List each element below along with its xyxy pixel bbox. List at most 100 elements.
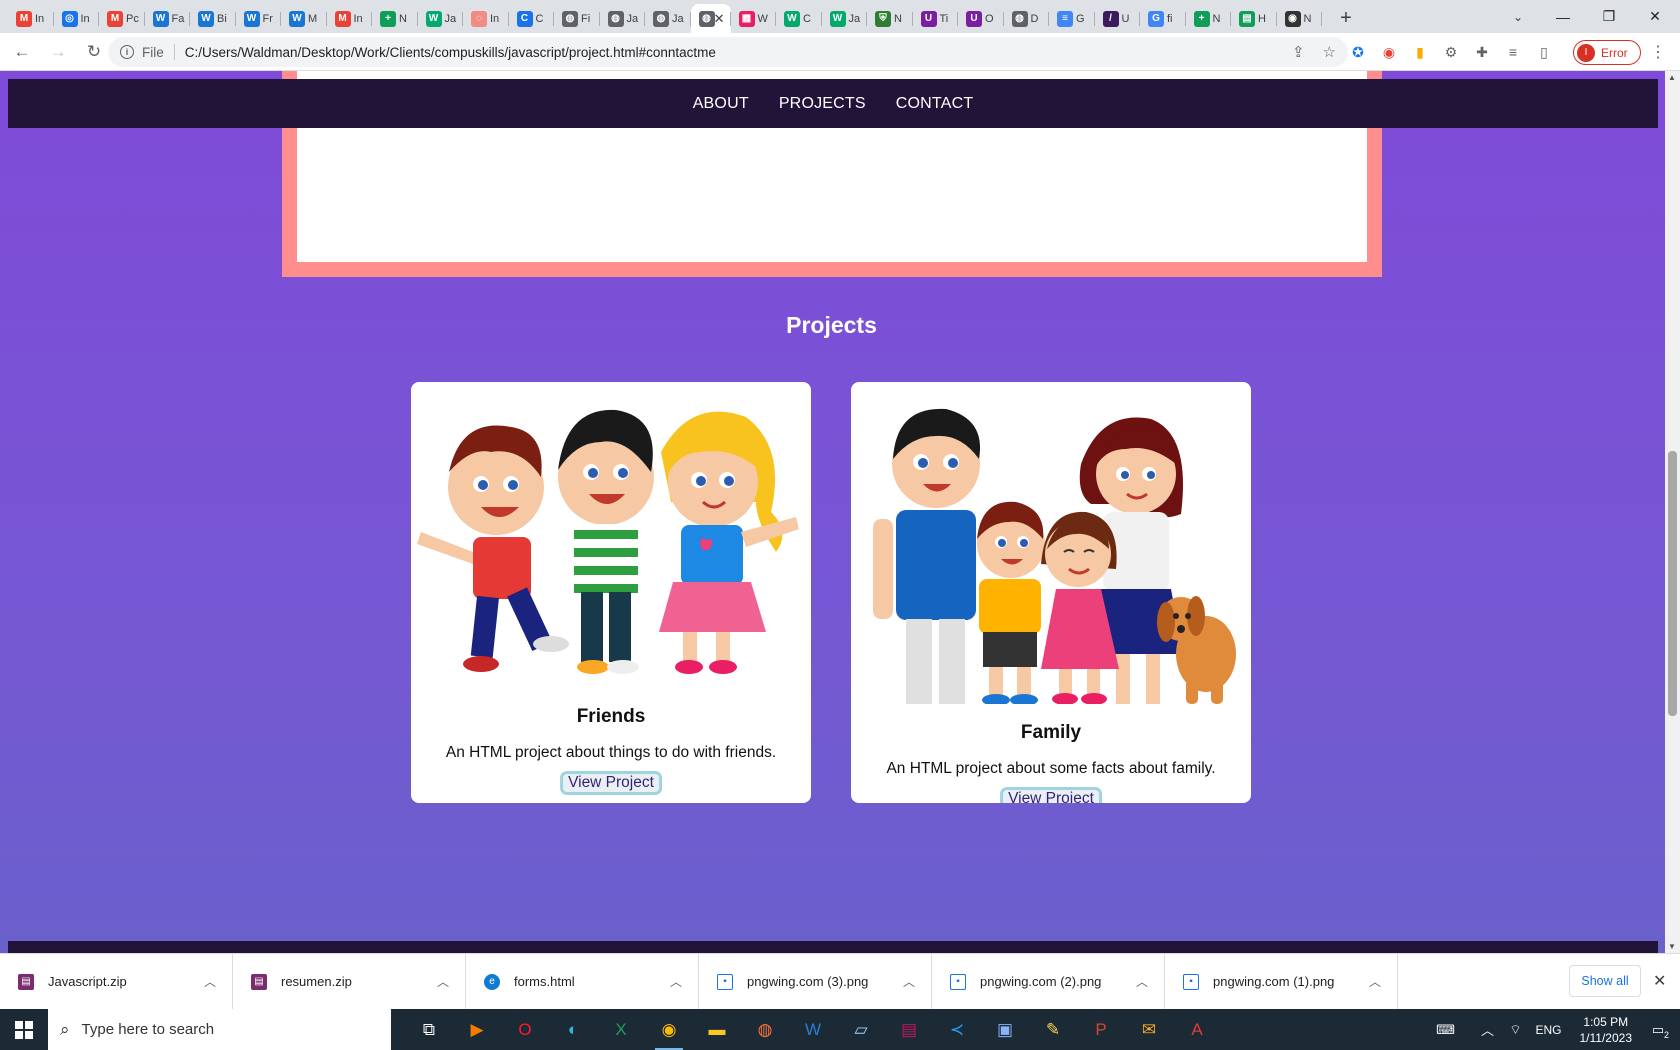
share-icon[interactable]: ⇪ bbox=[1292, 43, 1305, 61]
opera-icon[interactable]: O bbox=[501, 1009, 549, 1050]
browser-tab-active[interactable]: ◍ ✕ bbox=[690, 4, 731, 33]
browser-tab[interactable]: ◍ Fi bbox=[554, 4, 600, 33]
browser-tab[interactable]: CC bbox=[509, 4, 555, 33]
acrobat-icon[interactable]: A bbox=[1173, 1009, 1221, 1050]
back-icon[interactable]: ← bbox=[8, 38, 36, 66]
chevron-up-icon[interactable]: ︿ bbox=[437, 973, 449, 990]
vscode-icon[interactable]: ≺ bbox=[933, 1009, 981, 1050]
page-scrollbar[interactable]: ▲ ▼ bbox=[1665, 71, 1680, 953]
chevron-up-icon[interactable]: ︿ bbox=[903, 973, 915, 990]
browser-tab[interactable]: ◌ In bbox=[463, 4, 509, 33]
browser-tab[interactable]: ≡ G bbox=[1049, 4, 1095, 33]
download-item[interactable]: ▪ pngwing.com (2).png ︿ bbox=[932, 953, 1165, 1010]
browser-tab[interactable]: W Bi bbox=[190, 4, 236, 33]
browser-tab[interactable]: ▦ W bbox=[731, 4, 777, 33]
paint-icon[interactable]: ✎ bbox=[1029, 1009, 1077, 1050]
side-panel-icon[interactable]: ▯ bbox=[1534, 42, 1554, 62]
view-project-friends-button[interactable]: View Project bbox=[560, 771, 662, 795]
browser-tab[interactable]: + N bbox=[372, 4, 418, 33]
browser-tab[interactable]: U Ti bbox=[913, 4, 959, 33]
profile-error-button[interactable]: I Error bbox=[1573, 40, 1641, 65]
word-icon[interactable]: W bbox=[789, 1009, 837, 1050]
download-item[interactable]: ▤ resumen.zip ︿ bbox=[233, 953, 466, 1010]
browser-tab[interactable]: ◎ In bbox=[54, 4, 100, 33]
browser-tab[interactable]: Gfi bbox=[1140, 4, 1186, 33]
forward-icon[interactable]: → bbox=[44, 38, 72, 66]
browser-tab[interactable]: W Fr bbox=[236, 4, 282, 33]
browser-tab[interactable]: M Pc bbox=[99, 4, 145, 33]
windows-start-icon[interactable] bbox=[0, 1009, 48, 1050]
extension-gear-icon[interactable]: ⚙ bbox=[1441, 42, 1461, 62]
taskbar-search-input[interactable]: ⌕ Type here to search bbox=[48, 1009, 391, 1050]
language-indicator[interactable]: ENG bbox=[1535, 1023, 1561, 1037]
file-explorer-icon[interactable]: ▬ bbox=[693, 1009, 741, 1050]
task-view-icon[interactable]: ⧉ bbox=[405, 1009, 453, 1050]
extensions-puzzle-icon[interactable]: ✚ bbox=[1472, 42, 1492, 62]
bookmark-star-icon[interactable]: ☆ bbox=[1323, 43, 1336, 61]
restore-icon[interactable]: ❐ bbox=[1586, 0, 1632, 33]
browser-tab[interactable]: ◍ Ja bbox=[645, 4, 691, 33]
scrollbar-thumb[interactable] bbox=[1668, 451, 1677, 716]
browser-tab[interactable]: W Ja bbox=[418, 4, 464, 33]
media-control-icon[interactable]: ≡ bbox=[1503, 42, 1523, 62]
browser-tab[interactable]: WM bbox=[281, 4, 327, 33]
browser-tab[interactable]: ◍ D bbox=[1004, 4, 1050, 33]
edge-icon[interactable]: ◐ bbox=[549, 1009, 597, 1050]
notepad-icon[interactable]: ▱ bbox=[837, 1009, 885, 1050]
extension-chart-icon[interactable]: ▮ bbox=[1410, 42, 1430, 62]
network-icon[interactable]: ⌔ bbox=[1501, 1022, 1529, 1038]
browser-tab[interactable]: M In bbox=[327, 4, 373, 33]
download-item[interactable]: ▪ pngwing.com (1).png ︿ bbox=[1165, 953, 1398, 1010]
notifications-icon[interactable]: ▭ 2 bbox=[1644, 1022, 1672, 1040]
winrar-icon[interactable]: ▤ bbox=[885, 1009, 933, 1050]
powerpoint-icon[interactable]: P bbox=[1077, 1009, 1125, 1050]
excel-icon[interactable]: X bbox=[597, 1009, 645, 1050]
close-window-icon[interactable]: ✕ bbox=[1632, 0, 1678, 33]
tray-overflow-icon[interactable]: ︿ bbox=[1473, 1020, 1501, 1039]
view-project-family-button[interactable]: View Project bbox=[1000, 787, 1102, 803]
chrome-icon[interactable]: ◉ bbox=[645, 1009, 693, 1050]
browser-tab[interactable]: UO bbox=[958, 4, 1004, 33]
url-text[interactable]: C:/Users/Waldman/Desktop/Work/Clients/co… bbox=[185, 45, 716, 60]
browser-tab[interactable]: / U bbox=[1095, 4, 1141, 33]
new-tab-button[interactable]: + bbox=[1332, 4, 1360, 32]
browser-tab[interactable]: W Fa bbox=[145, 4, 191, 33]
close-downloads-icon[interactable]: ✕ bbox=[1653, 971, 1666, 991]
reload-icon[interactable]: ↻ bbox=[80, 38, 108, 66]
extension-blue-icon[interactable]: ✪ bbox=[1348, 42, 1368, 62]
browser-tab[interactable]: + N bbox=[1186, 4, 1232, 33]
scroll-down-icon[interactable]: ▼ bbox=[1668, 942, 1676, 951]
browser-tab[interactable]: W Ja bbox=[822, 4, 868, 33]
download-item[interactable]: ▪ pngwing.com (3).png ︿ bbox=[699, 953, 932, 1010]
download-item[interactable]: ▤ Javascript.zip ︿ bbox=[0, 953, 233, 1010]
chevron-up-icon[interactable]: ︿ bbox=[1369, 973, 1381, 990]
browser-tab[interactable]: WC bbox=[776, 4, 822, 33]
scroll-up-icon[interactable]: ▲ bbox=[1668, 73, 1676, 82]
extension-colorful-icon[interactable]: ◉ bbox=[1379, 42, 1399, 62]
chevron-up-icon[interactable]: ︿ bbox=[204, 973, 216, 990]
minimize-icon[interactable]: — bbox=[1540, 0, 1586, 33]
clock[interactable]: 1:05 PM 1/11/2023 bbox=[1580, 1014, 1633, 1046]
browser-tab[interactable]: ▤ H bbox=[1231, 4, 1277, 33]
nav-projects-link[interactable]: PROJECTS bbox=[779, 95, 866, 113]
address-bar[interactable]: i File C:/Users/Waldman/Desktop/Work/Cli… bbox=[108, 37, 1348, 67]
browser-tab[interactable]: ◉ N bbox=[1277, 4, 1323, 33]
close-tab-icon[interactable]: ✕ bbox=[714, 11, 725, 27]
browser-tab[interactable]: M In bbox=[8, 4, 54, 33]
photos-icon[interactable]: ▣ bbox=[981, 1009, 1029, 1050]
site-info-icon[interactable]: i bbox=[120, 45, 134, 59]
nav-about-link[interactable]: ABOUT bbox=[693, 95, 749, 113]
browser-tab[interactable]: ◍ Ja bbox=[600, 4, 646, 33]
show-all-downloads-button[interactable]: Show all bbox=[1569, 965, 1641, 997]
download-item[interactable]: e forms.html ︿ bbox=[466, 953, 699, 1010]
chevron-up-icon[interactable]: ︿ bbox=[1136, 973, 1148, 990]
chevron-up-icon[interactable]: ︿ bbox=[670, 973, 682, 990]
menu-kebab-icon[interactable]: ⋮ bbox=[1650, 42, 1666, 62]
nav-contact-link[interactable]: CONTACT bbox=[896, 95, 974, 113]
keyboard-icon[interactable]: ⌨ bbox=[1431, 1022, 1459, 1038]
outlook-icon[interactable]: ✉ bbox=[1125, 1009, 1173, 1050]
media-player-icon[interactable]: ▶ bbox=[453, 1009, 501, 1050]
browser-tab[interactable]: ⛨ N bbox=[867, 4, 913, 33]
firefox-icon[interactable]: ◍ bbox=[741, 1009, 789, 1050]
tab-search-icon[interactable]: ⌄ bbox=[1505, 4, 1531, 30]
